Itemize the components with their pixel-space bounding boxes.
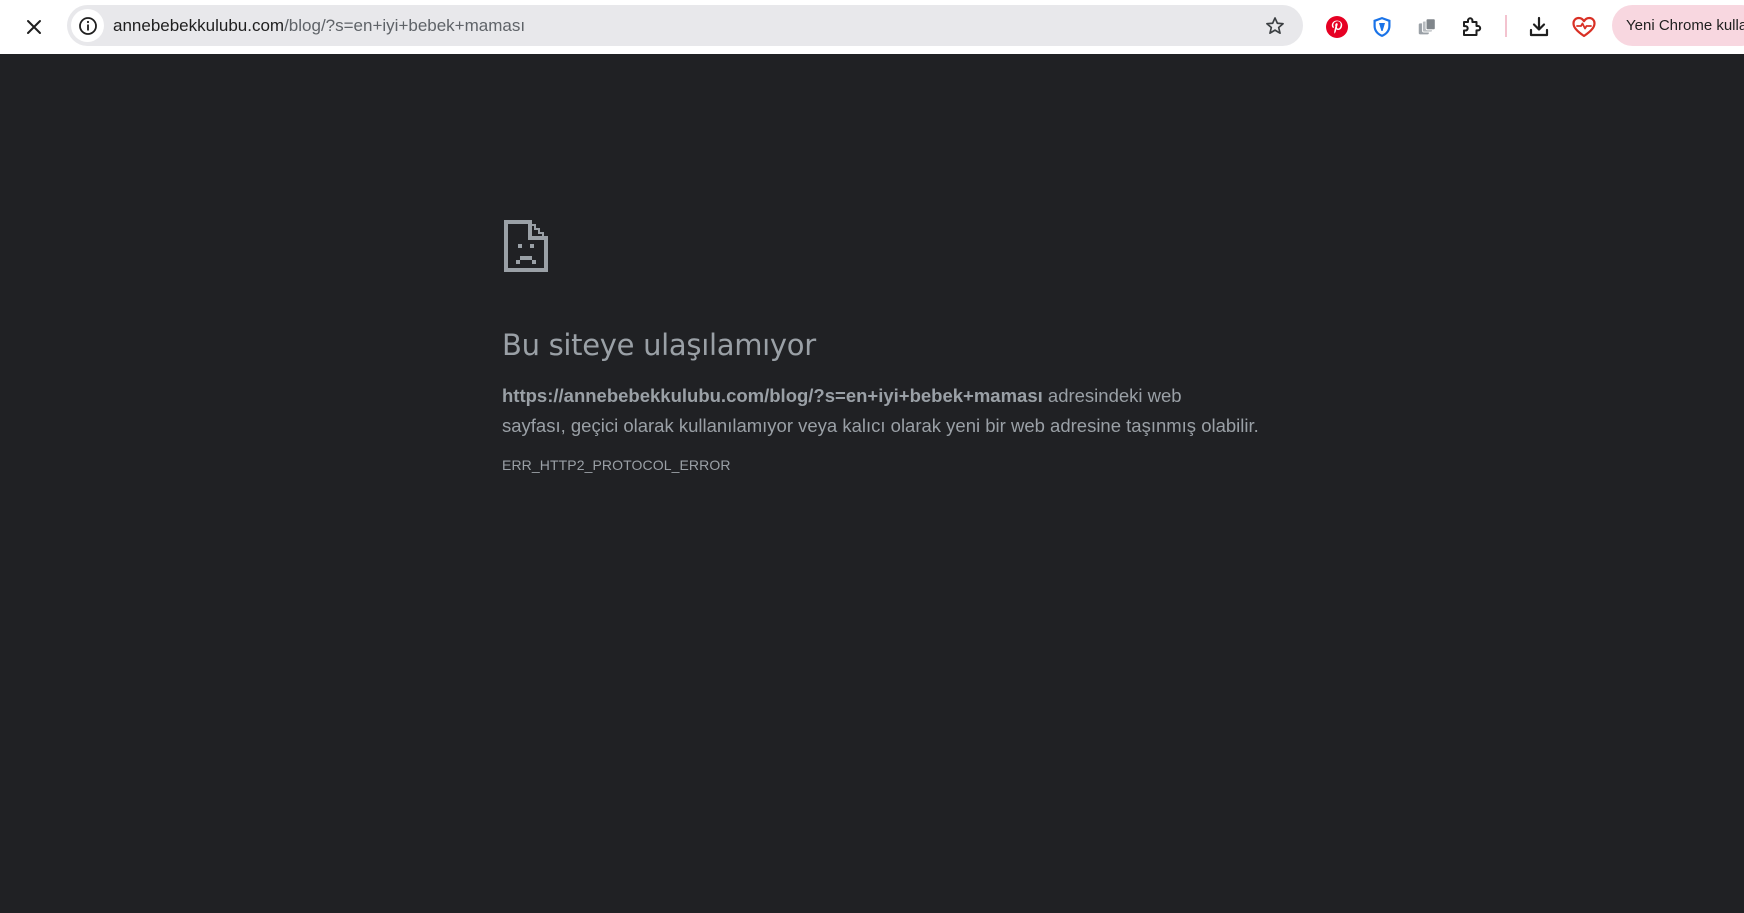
toolbar-separator <box>1505 15 1507 37</box>
heart-icon <box>1572 16 1596 38</box>
shield-extension-button[interactable] <box>1364 9 1400 45</box>
copy-extension-button[interactable] <box>1409 9 1445 45</box>
error-description-line2: sayfası, geçici olarak kullanılamıyor ve… <box>502 415 1259 436</box>
error-code: ERR_HTTP2_PROTOCOL_ERROR <box>502 457 731 473</box>
shield-icon <box>1373 17 1391 37</box>
url-text[interactable]: annebebekkulubu.com/blog/?s=en+iyi+bebek… <box>113 5 525 46</box>
download-icon <box>1529 16 1549 37</box>
downloads-button[interactable] <box>1521 9 1557 45</box>
bookmark-button[interactable] <box>1259 10 1291 42</box>
browser-toolbar: annebebekkulubu.com/blog/?s=en+iyi+bebek… <box>0 0 1744 54</box>
close-icon <box>27 20 41 34</box>
url-host: annebebekkulubu.com <box>113 16 285 35</box>
extensions-button[interactable] <box>1454 9 1490 45</box>
star-icon <box>1266 17 1284 34</box>
pinterest-extension-button[interactable] <box>1319 9 1355 45</box>
error-url: https://annebebekkulubu.com/blog/?s=en+i… <box>502 385 1043 406</box>
profile-chip[interactable]: Yeni Chrome kullanıcısı <box>1612 5 1744 46</box>
puzzle-icon <box>1463 17 1482 36</box>
site-info-button[interactable] <box>71 9 104 42</box>
stop-loading-button[interactable] <box>14 7 54 47</box>
error-content: Bu siteye ulaşılamıyor https://annebebek… <box>502 218 1262 473</box>
pinterest-icon <box>1326 16 1348 38</box>
sad-page-icon <box>504 220 548 272</box>
url-path: /blog/?s=en+iyi+bebek+maması <box>284 16 526 35</box>
error-title: Bu siteye ulaşılamıyor <box>502 328 816 362</box>
error-description: https://annebebekkulubu.com/blog/?s=en+i… <box>502 381 1262 441</box>
info-icon <box>78 16 97 35</box>
health-extension-button[interactable] <box>1566 9 1602 45</box>
copy-icon <box>1418 18 1436 35</box>
error-description-line1: adresindeki web <box>1042 385 1182 406</box>
address-bar[interactable]: annebebekkulubu.com/blog/?s=en+iyi+bebek… <box>67 5 1303 46</box>
